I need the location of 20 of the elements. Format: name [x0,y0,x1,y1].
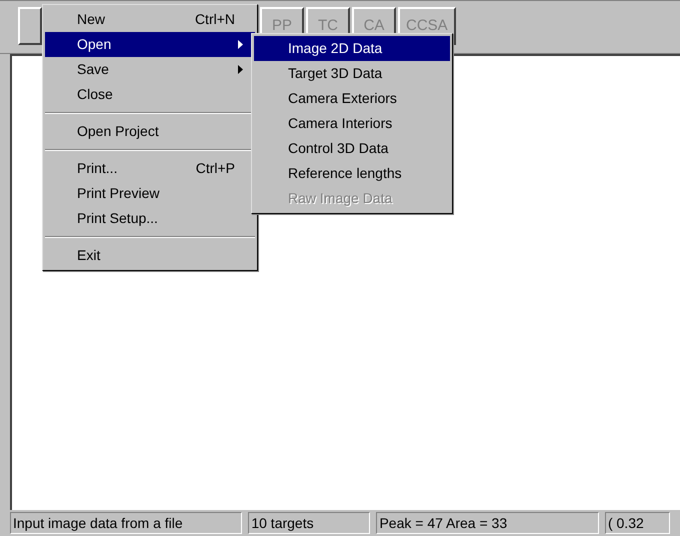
status-pane: Peak = 47 Area = 33 [376,512,599,534]
menu-item[interactable]: Camera Interiors [254,111,450,136]
menu-item[interactable]: Camera Exteriors [254,86,450,111]
status-pane: ( 0.32 [604,512,670,534]
menu-item[interactable]: New Ctrl+N [45,7,255,32]
menu-item[interactable]: Save [45,57,255,82]
menu-item[interactable]: Print... Ctrl+P [45,156,255,181]
menu-item[interactable]: Exit [45,243,255,268]
toolbar-button[interactable] [18,7,42,45]
menu-item[interactable]: Close [45,82,255,107]
menu-item[interactable]: Target 3D Data [254,61,450,86]
menu-item[interactable]: Reference lengths [254,161,450,186]
menu-item[interactable]: Print Setup... [45,206,255,231]
menu-item[interactable]: Control 3D Data [254,136,450,161]
menu-item[interactable]: Image 2D Data [254,36,450,61]
menu-item[interactable]: Open Project [45,119,255,144]
status-pane: Input image data from a file [10,512,242,534]
menu-item[interactable]: Print Preview [45,181,255,206]
status-pane: 10 targets [248,512,370,534]
menu-item[interactable]: Open [45,32,255,57]
